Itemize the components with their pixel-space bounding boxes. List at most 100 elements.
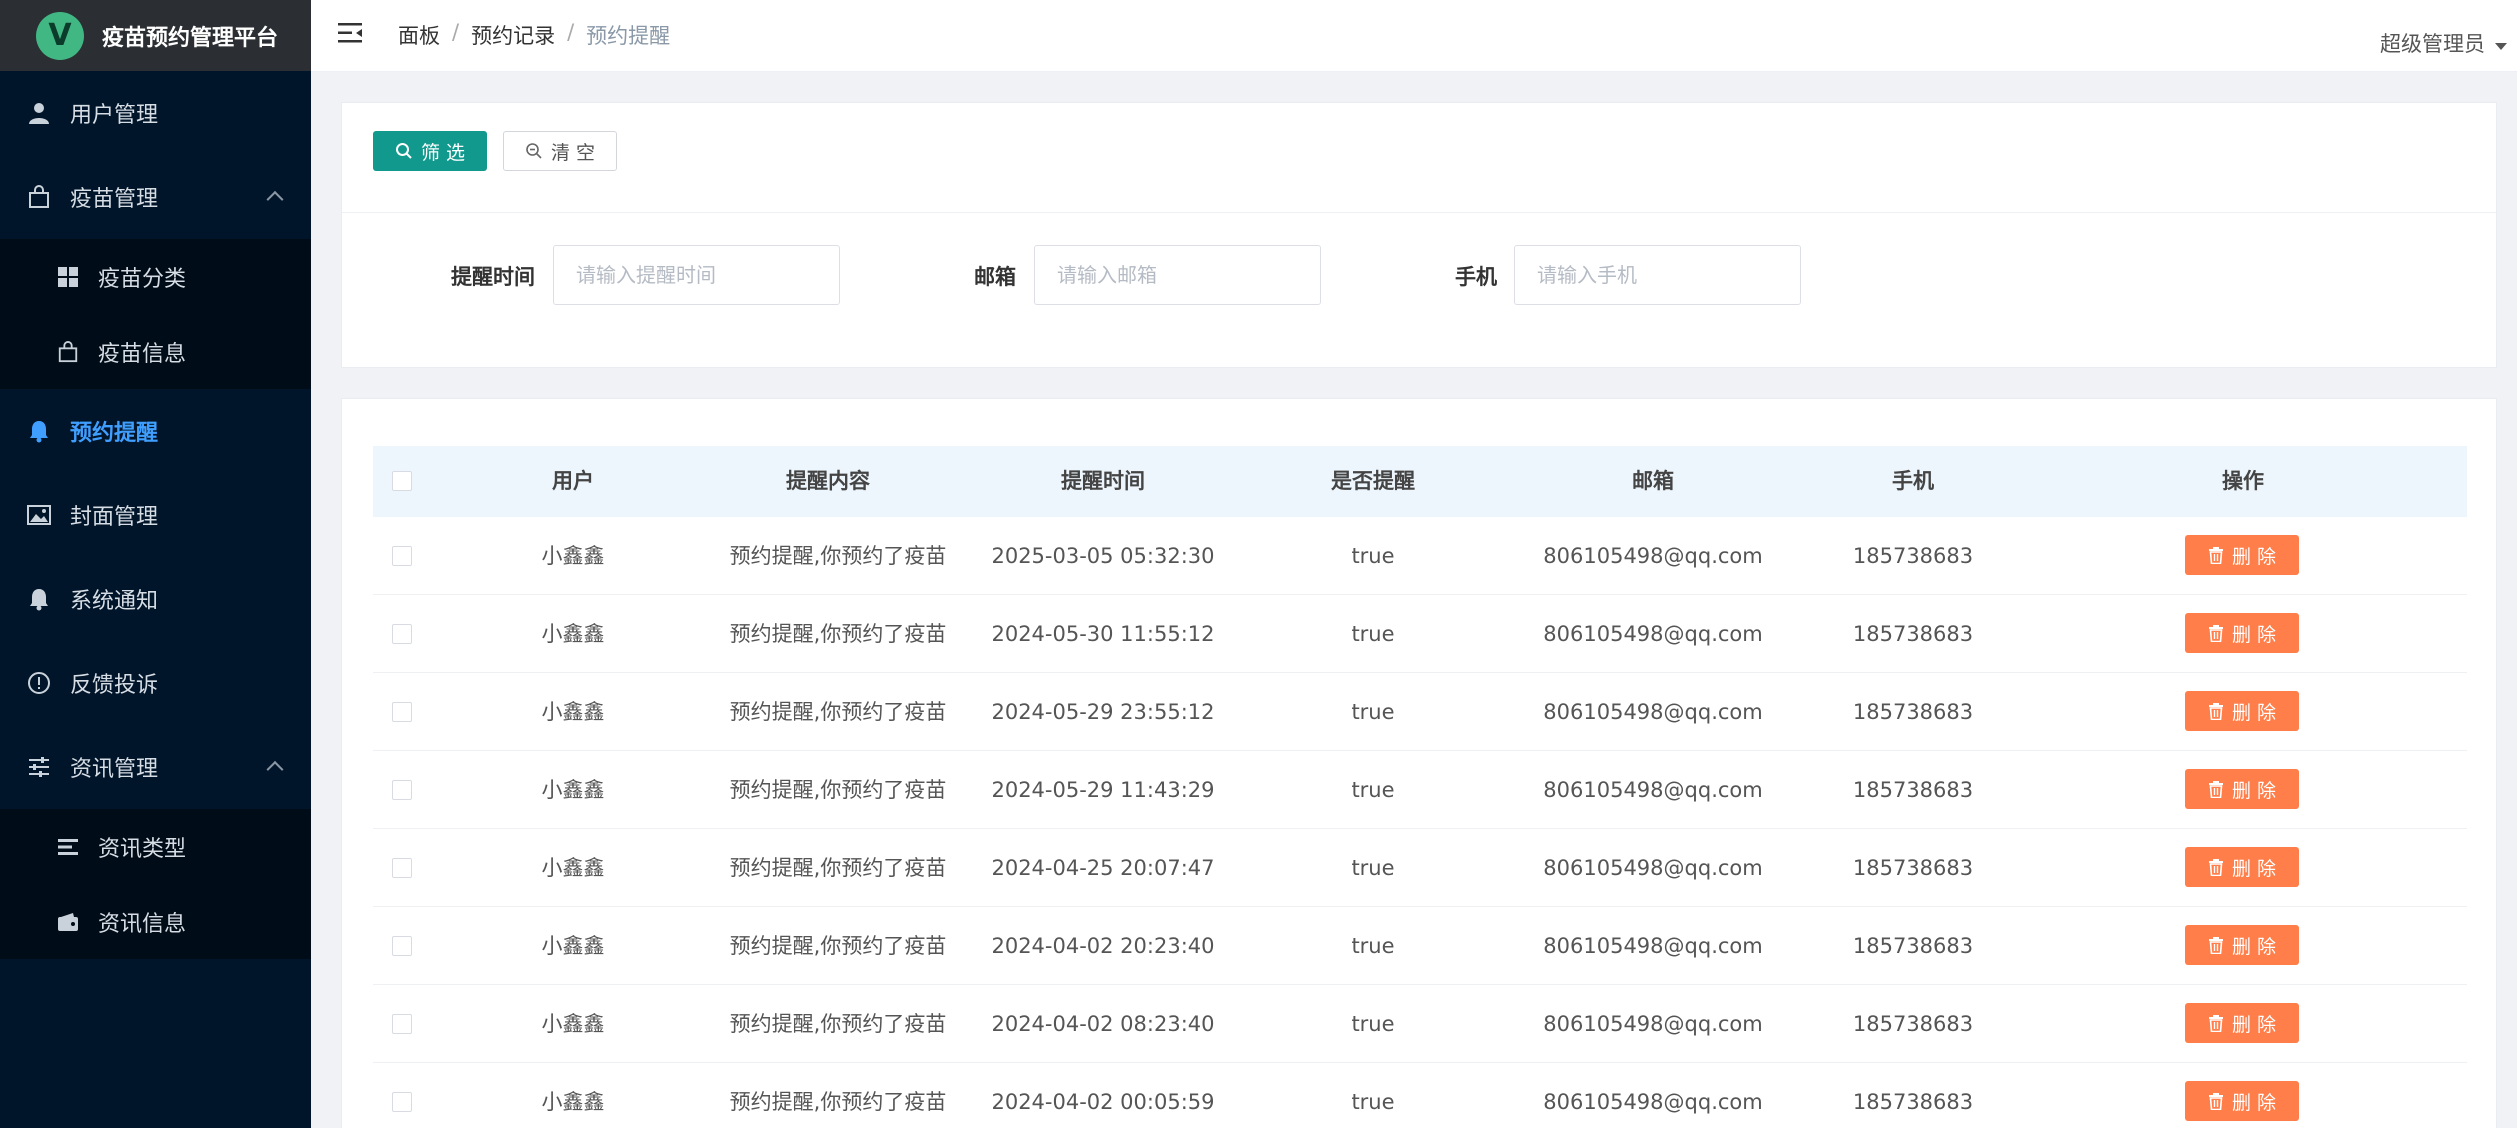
sidebar-item-vaccine-category[interactable]: 疫苗分类 [0,239,311,314]
row-checkbox[interactable] [392,858,412,878]
cell-email: 806105498@qq.com [1543,544,1763,568]
delete-button-label: 删 除 [2231,935,2277,958]
filter-card: 筛 选 清 空 提醒时间 邮箱 手机 [341,102,2497,368]
delete-button[interactable]: 删 除 [2185,1081,2299,1121]
breadcrumb-separator: / [567,20,575,44]
bell-icon [26,418,52,444]
trash-icon [2208,858,2223,876]
row-checkbox[interactable] [392,702,412,722]
trash-icon [2208,1092,2223,1110]
delete-button[interactable]: 删 除 [2185,769,2299,809]
sidebar-item-news-info[interactable]: 资讯信息 [0,884,311,959]
cell-time: 2024-04-02 20:23:40 [991,934,1215,958]
sidebar-item-cover-management[interactable]: 封面管理 [0,473,311,557]
sidebar-item-label: 疫苗信息 [98,341,187,367]
breadcrumb-item-records[interactable]: 预约记录 [471,20,555,50]
cell-time: 2024-04-25 20:07:47 [991,856,1215,880]
sidebar-item-vaccine-management[interactable]: 疫苗管理 [0,155,311,239]
row-checkbox[interactable] [392,1014,412,1034]
cell-email: 806105498@qq.com [1543,934,1763,958]
row-checkbox[interactable] [392,546,412,566]
sidebar-item-label: 疫苗分类 [98,266,187,292]
sidebar-item-label: 封面管理 [70,505,159,530]
select-all-checkbox[interactable] [392,471,412,491]
row-checkbox[interactable] [392,624,412,644]
email-input[interactable] [1034,245,1321,305]
remind-time-label: 提醒时间 [451,265,535,289]
bell-icon [26,586,52,612]
delete-button-label: 删 除 [2231,1091,2277,1114]
trash-icon [2208,546,2223,564]
submenu-news: 资讯类型 资讯信息 [0,809,311,959]
cell-time: 2024-04-02 08:23:40 [991,1012,1215,1036]
cell-time: 2025-03-05 05:32:30 [991,544,1215,568]
cell-time: 2024-04-02 00:05:59 [991,1090,1215,1114]
delete-button-label: 删 除 [2231,545,2277,568]
breadcrumb-separator: / [452,20,460,44]
table-row: 小鑫鑫 预约提醒,你预约了疫苗 2025-03-05 05:32:30 true 806… [373,517,2467,595]
cell-user: 小鑫鑫 [541,622,605,646]
filter-button-label: 筛 选 [420,141,466,164]
breadcrumb-item-dashboard[interactable]: 面板 [398,20,440,50]
username: 超级管理员 [2380,32,2485,56]
delete-button-label: 删 除 [2231,857,2277,880]
delete-button[interactable]: 删 除 [2185,691,2299,731]
cell-user: 小鑫鑫 [541,934,605,958]
sidebar-item-user-management[interactable]: 用户管理 [0,71,311,155]
cell-content: 预约提醒,你预约了疫苗 [729,778,947,802]
delete-button-label: 删 除 [2231,779,2277,802]
submenu-vaccine: 疫苗分类 疫苗信息 [0,239,311,389]
row-checkbox[interactable] [392,780,412,800]
cell-phone: 185738683 [1852,856,1974,880]
user-menu[interactable]: 超级管理员 [2380,28,2507,58]
delete-button[interactable]: 删 除 [2185,925,2299,965]
cell-email: 806105498@qq.com [1543,700,1763,724]
chevron-up-icon [266,190,284,208]
sidebar-item-label: 反馈投诉 [70,673,159,698]
delete-button[interactable]: 删 除 [2185,1003,2299,1043]
table-row: 小鑫鑫 预约提醒,你预约了疫苗 2024-05-29 11:43:29 true 806… [373,751,2467,829]
warning-circle-icon [26,670,52,696]
cell-time: 2024-05-30 11:55:12 [991,622,1215,646]
cell-content: 预约提醒,你预约了疫苗 [729,1012,947,1036]
filter-button[interactable]: 筛 选 [373,131,487,171]
clear-button[interactable]: 清 空 [503,131,617,171]
sidebar-item-feedback[interactable]: 反馈投诉 [0,641,311,725]
breadcrumb-item-current: 预约提醒 [586,24,671,48]
sidebar-item-news-type[interactable]: 资讯类型 [0,809,311,884]
clear-button-label: 清 空 [550,141,596,164]
delete-button[interactable]: 删 除 [2185,613,2299,653]
cell-time: 2024-05-29 11:43:29 [991,778,1215,802]
cell-user: 小鑫鑫 [541,1090,605,1114]
bag-icon [56,340,80,364]
table-card: 用户 提醒内容 提醒时间 是否提醒 邮箱 手机 操作 小鑫鑫 预约提醒,你预约了疫… [341,398,2497,1128]
sidebar-item-appointment-reminder[interactable]: 预约提醒 [0,389,311,473]
cell-phone: 185738683 [1852,778,1974,802]
cell-content: 预约提醒,你预约了疫苗 [729,700,947,724]
cell-phone: 185738683 [1852,700,1974,724]
column-header-content: 提醒内容 [786,469,870,493]
row-checkbox[interactable] [392,936,412,956]
table-row: 小鑫鑫 预约提醒,你预约了疫苗 2024-04-02 00:05:59 true 806… [373,1063,2467,1128]
filter-toolbar: 筛 选 清 空 [342,103,2496,213]
phone-input[interactable] [1514,245,1801,305]
trash-icon [2208,780,2223,798]
cell-email: 806105498@qq.com [1543,622,1763,646]
chevron-up-icon [266,760,284,778]
sidebar-item-label: 系统通知 [70,589,159,614]
trash-icon [2208,702,2223,720]
email-label: 邮箱 [974,265,1016,289]
sidebar-item-vaccine-info[interactable]: 疫苗信息 [0,314,311,389]
menu-toggle-icon[interactable] [338,22,364,44]
cell-reminded: true [1351,1090,1395,1114]
column-header-user: 用户 [552,469,594,493]
cell-phone: 185738683 [1852,1090,1974,1114]
row-checkbox[interactable] [392,1092,412,1112]
sidebar-item-news-management[interactable]: 资讯管理 [0,725,311,809]
remind-time-input[interactable] [553,245,840,305]
cell-reminded: true [1351,622,1395,646]
sidebar-item-system-notice[interactable]: 系统通知 [0,557,311,641]
cell-reminded: true [1351,778,1395,802]
delete-button[interactable]: 删 除 [2185,847,2299,887]
delete-button[interactable]: 删 除 [2185,535,2299,575]
